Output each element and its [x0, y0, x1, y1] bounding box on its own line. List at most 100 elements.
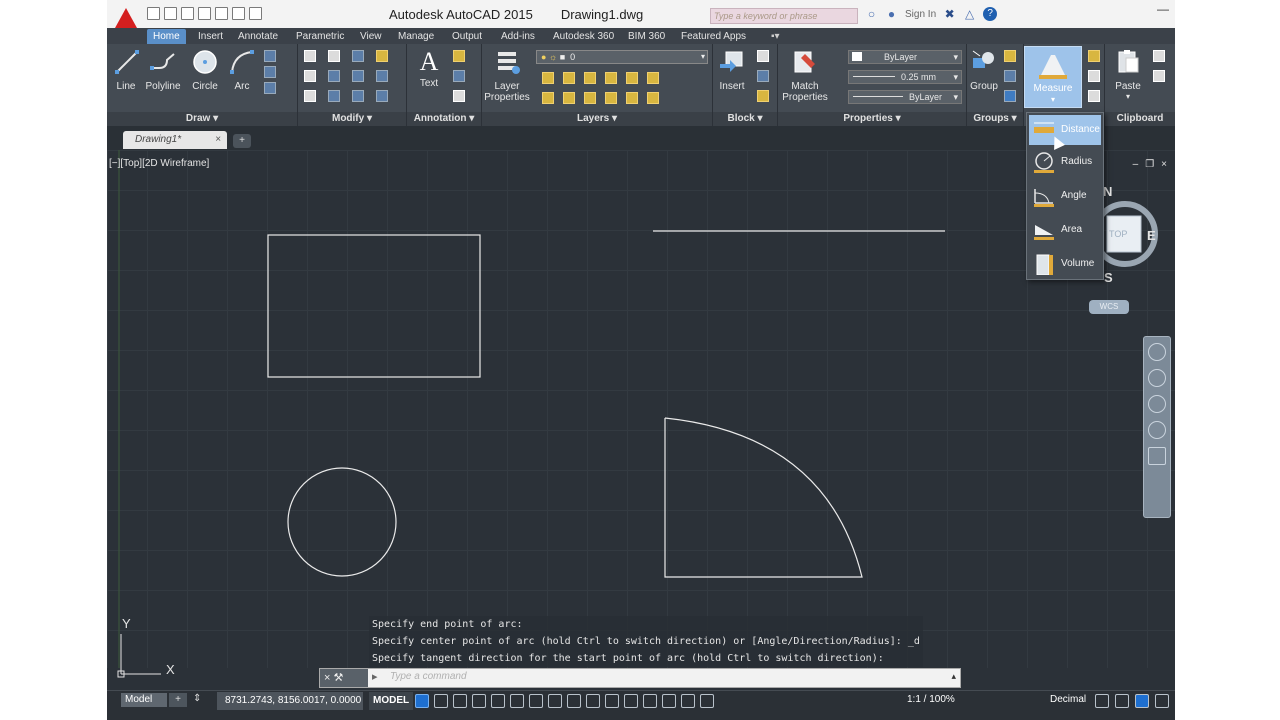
line-button[interactable]: Line: [113, 48, 139, 92]
zoom-extents-icon[interactable]: [1148, 395, 1166, 413]
chevron-up-icon[interactable]: ▴: [951, 671, 956, 682]
wcs-menu[interactable]: WCS: [1089, 300, 1129, 314]
grid-icon[interactable]: [415, 694, 429, 708]
array-icon[interactable]: [352, 90, 364, 102]
wrench-icon[interactable]: ⚒: [334, 672, 344, 684]
lineweight-icon[interactable]: [548, 694, 562, 708]
measure-radius-item[interactable]: Radius: [1029, 147, 1101, 177]
layer-lock-icon[interactable]: [605, 72, 617, 84]
viewcube-face-top[interactable]: TOP: [1109, 229, 1127, 239]
close-icon[interactable]: ×: [324, 672, 330, 684]
erase-icon[interactable]: [376, 50, 388, 62]
autodesk-360-icon[interactable]: △: [963, 7, 976, 21]
group-edit-icon[interactable]: [1004, 70, 1016, 82]
auto-scale-icon[interactable]: [700, 694, 714, 708]
snap-icon[interactable]: [434, 694, 448, 708]
group-button[interactable]: Group: [969, 48, 999, 92]
cut-icon[interactable]: [1153, 50, 1165, 62]
layer-dropdown[interactable]: ● ☼ ■ 0 ▾: [536, 50, 708, 64]
polar-icon[interactable]: [491, 694, 505, 708]
lineweight-dropdown[interactable]: 0.25 mm ▾: [848, 70, 962, 84]
help-icon[interactable]: ?: [983, 7, 998, 21]
tab-view[interactable]: View: [360, 29, 382, 44]
document-tab-drawing1[interactable]: Drawing1* ×: [123, 131, 227, 149]
sign-in-link[interactable]: Sign In: [905, 9, 936, 20]
redo-icon[interactable]: [249, 7, 262, 20]
layer-current-icon[interactable]: [605, 92, 617, 104]
offset-icon[interactable]: [376, 90, 388, 102]
tab-manage[interactable]: Manage: [398, 29, 434, 44]
save-icon[interactable]: [181, 7, 194, 20]
isolate-objects-icon[interactable]: [1135, 694, 1149, 708]
tab-add-ins[interactable]: Add-ins: [501, 29, 535, 44]
minimize-icon[interactable]: –: [1133, 159, 1139, 170]
draw-more-icon[interactable]: [264, 82, 276, 94]
linetype-dropdown[interactable]: ByLayer ▾: [848, 90, 962, 104]
layer-unisolate-icon[interactable]: [542, 92, 554, 104]
point-id-icon[interactable]: [1088, 70, 1100, 82]
dimension-icon[interactable]: [453, 50, 465, 62]
fillet-icon[interactable]: [352, 70, 364, 82]
layer-copy-icon[interactable]: [626, 92, 638, 104]
command-input[interactable]: Type a command: [390, 671, 467, 682]
paste-button[interactable]: Paste ▾: [1111, 48, 1145, 101]
exchange-icon[interactable]: ✖: [943, 7, 956, 21]
trim-icon[interactable]: [352, 50, 364, 62]
create-block-icon[interactable]: [757, 50, 769, 62]
tab-bim-360[interactable]: BIM 360: [628, 29, 665, 44]
ortho-icon[interactable]: [472, 694, 486, 708]
circle-entity[interactable]: [287, 467, 397, 577]
close-icon[interactable]: ×: [215, 131, 221, 149]
measure-angle-item[interactable]: Angle: [1029, 181, 1101, 211]
leader-icon[interactable]: [453, 70, 465, 82]
layer-freeze-icon[interactable]: [584, 72, 596, 84]
transparency-icon[interactable]: [567, 694, 581, 708]
move-icon[interactable]: [304, 50, 316, 62]
viewport-controls[interactable]: [−][Top][2D Wireframe]: [109, 158, 209, 169]
tab-home[interactable]: Home: [147, 29, 186, 44]
compass-north[interactable]: N: [1103, 184, 1112, 199]
ungroup-icon[interactable]: [1004, 50, 1016, 62]
layer-properties-button[interactable]: Layer Properties: [484, 48, 532, 103]
search-input[interactable]: Type a keyword or phrase: [710, 8, 858, 24]
minimize-icon[interactable]: —: [1157, 2, 1169, 16]
drawing-area[interactable]: [−][Top][2D Wireframe] – ❐ × N E S TOP W…: [107, 150, 1175, 678]
tab-annotate[interactable]: Annotate: [238, 29, 278, 44]
selection-cycling-icon[interactable]: [586, 694, 600, 708]
layer-match-icon[interactable]: [626, 72, 638, 84]
model-tab[interactable]: Model: [121, 693, 167, 707]
block-panel-title[interactable]: Block ▾: [713, 112, 777, 126]
layers-panel-title[interactable]: Layers ▾: [482, 112, 712, 126]
annotation-panel-title[interactable]: Annotation ▾: [407, 112, 481, 126]
selection-filter-icon[interactable]: [643, 694, 657, 708]
polyline-button[interactable]: Polyline: [143, 48, 183, 92]
mirror-icon[interactable]: [328, 70, 340, 82]
color-dropdown[interactable]: ByLayer ▾: [848, 50, 962, 64]
restore-icon[interactable]: ❐: [1145, 159, 1154, 170]
tab-parametric[interactable]: Parametric: [296, 29, 344, 44]
binoculars-icon[interactable]: ○: [865, 7, 878, 21]
groups-panel-title[interactable]: Groups ▾: [967, 112, 1023, 126]
group-select-icon[interactable]: [1004, 90, 1016, 102]
annotation-scale[interactable]: 1:1 / 100%: [907, 694, 955, 705]
attribute-icon[interactable]: [757, 90, 769, 102]
orbit-icon[interactable]: [1148, 421, 1166, 439]
copy-icon[interactable]: [304, 70, 316, 82]
measure-volume-item[interactable]: Volume: [1029, 249, 1101, 279]
plot-icon[interactable]: [215, 7, 228, 20]
new-icon[interactable]: [147, 7, 160, 20]
otrack-icon[interactable]: [529, 694, 543, 708]
open-icon[interactable]: [164, 7, 177, 20]
modify-panel-title[interactable]: Modify ▾: [298, 112, 406, 126]
units-dropdown[interactable]: Decimal: [1050, 694, 1086, 705]
steering-wheel-icon[interactable]: [1148, 343, 1166, 361]
pan-icon[interactable]: [1148, 369, 1166, 387]
coordinates-readout[interactable]: 8731.2743, 8156.0017, 0.0000: [217, 692, 363, 710]
arc-entity[interactable]: [664, 417, 863, 578]
rotate-icon[interactable]: [328, 50, 340, 62]
tab-autodesk-360[interactable]: Autodesk 360: [553, 29, 614, 44]
layout-menu-icon[interactable]: ⇕: [193, 693, 201, 704]
save-as-icon[interactable]: [198, 7, 211, 20]
tab-output[interactable]: Output: [452, 29, 482, 44]
3d-osnap-icon[interactable]: [605, 694, 619, 708]
